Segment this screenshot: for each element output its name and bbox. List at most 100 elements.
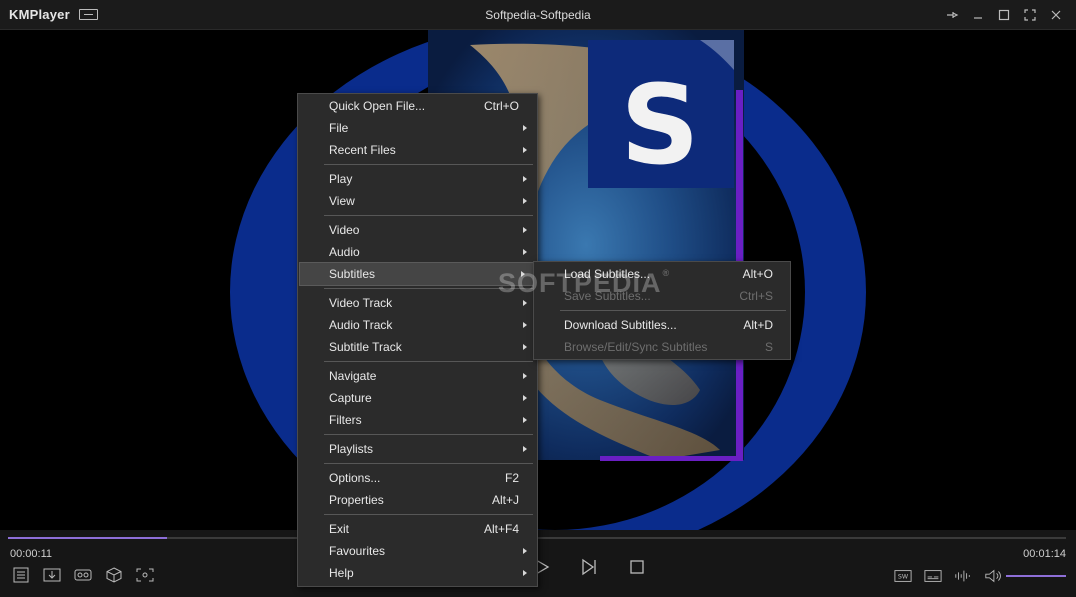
submenu-item-browse-edit-sync: Browse/Edit/Sync Subtitles S: [534, 336, 790, 358]
menu-item-playlists[interactable]: Playlists: [298, 438, 537, 460]
submenu-arrow-icon: [523, 176, 527, 182]
menu-item-filters[interactable]: Filters: [298, 409, 537, 431]
submenu-arrow-icon: [521, 271, 525, 277]
menu-item-shortcut: F2: [504, 471, 519, 485]
submenu-item-shortcut: Ctrl+S: [739, 289, 773, 303]
menu-item-label: Filters: [329, 413, 362, 427]
submenu-item-shortcut: Alt+O: [742, 267, 773, 281]
capture-icon[interactable]: [134, 566, 156, 584]
maximize-icon[interactable]: [992, 4, 1016, 26]
right-controls: SW: [892, 567, 1004, 585]
menu-item-view[interactable]: View: [298, 190, 537, 212]
submenu-arrow-icon: [523, 249, 527, 255]
menu-item-label: Video Track: [329, 296, 393, 310]
submenu-item-label: Browse/Edit/Sync Subtitles: [564, 340, 708, 354]
seek-progress: [8, 537, 167, 539]
playback-controls: [530, 558, 648, 576]
menu-item-subtitles[interactable]: Subtitles: [299, 262, 536, 286]
submenu-item-label: Download Subtitles...: [564, 318, 677, 332]
menu-item-label: View: [329, 194, 355, 208]
ratio-label: SW: [898, 574, 909, 581]
menu-item-audio-track[interactable]: Audio Track: [298, 314, 537, 336]
menu-item-label: Audio: [329, 245, 360, 259]
menu-item-quick-open[interactable]: Quick Open File... Ctrl+O: [298, 95, 537, 117]
submenu-arrow-icon: [523, 570, 527, 576]
menu-item-shortcut: Alt+F4: [483, 522, 519, 536]
submenu-arrow-icon: [523, 373, 527, 379]
vr-icon[interactable]: [72, 566, 94, 584]
menu-item-label: Help: [329, 566, 354, 580]
menu-item-label: Subtitle Track: [329, 340, 402, 354]
playlist-icon[interactable]: [10, 566, 32, 584]
menu-item-file[interactable]: File: [298, 117, 537, 139]
submenu-item-shortcut: Alt+D: [743, 318, 773, 332]
subtitles-submenu: Load Subtitles... Alt+O Save Subtitles...…: [533, 261, 791, 360]
menu-item-label: File: [329, 121, 349, 135]
submenu-item-load-subtitles[interactable]: Load Subtitles... Alt+O: [534, 263, 790, 285]
close-icon[interactable]: [1044, 4, 1068, 26]
menu-separator: [534, 307, 790, 314]
menu-item-label: Recent Files: [329, 143, 396, 157]
submenu-item-save-subtitles: Save Subtitles... Ctrl+S: [534, 285, 790, 307]
subtitles-icon[interactable]: [922, 567, 944, 585]
menu-item-favourites[interactable]: Favourites: [298, 540, 537, 562]
menu-item-recent-files[interactable]: Recent Files: [298, 139, 537, 161]
menu-item-video-track[interactable]: Video Track: [298, 292, 537, 314]
svg-text:S: S: [620, 61, 699, 189]
submenu-item-shortcut: S: [764, 340, 773, 354]
menu-item-label: Properties: [329, 493, 384, 507]
submenu-arrow-icon: [523, 227, 527, 233]
menu-item-label: Favourites: [329, 544, 386, 558]
submenu-arrow-icon: [523, 446, 527, 452]
menu-item-video[interactable]: Video: [298, 219, 537, 241]
menu-item-exit[interactable]: Exit Alt+F4: [298, 518, 537, 540]
submenu-arrow-icon: [523, 300, 527, 306]
title-bar: KMPlayer Softpedia-Softpedia: [0, 0, 1076, 30]
menu-item-label: Options...: [329, 471, 381, 485]
menu-item-help[interactable]: Help: [298, 562, 537, 584]
submenu-arrow-icon: [523, 198, 527, 204]
open-file-icon[interactable]: [41, 566, 63, 584]
menu-item-capture[interactable]: Capture: [298, 387, 537, 409]
minimize-icon[interactable]: [966, 4, 990, 26]
total-time: 00:01:14: [1023, 548, 1066, 560]
volume-slider[interactable]: [1006, 575, 1066, 577]
menu-item-shortcut: Alt+J: [491, 493, 519, 507]
menu-item-label: Playlists: [329, 442, 374, 456]
menu-item-label: Navigate: [329, 369, 377, 383]
screen-ratio-icon[interactable]: SW: [892, 567, 914, 585]
window-title: Softpedia-Softpedia: [485, 8, 591, 22]
control-bar: 00:00:11 00:01:14 SW: [0, 530, 1076, 597]
left-controls: [10, 566, 156, 584]
menu-item-shortcut: Ctrl+O: [483, 99, 519, 113]
pin-icon[interactable]: [940, 4, 964, 26]
3d-cube-icon[interactable]: [103, 566, 125, 584]
menu-separator: [298, 431, 537, 438]
menu-item-label: Subtitles: [329, 267, 376, 281]
submenu-item-download-subtitles[interactable]: Download Subtitles... Alt+D: [534, 314, 790, 336]
volume-icon[interactable]: [982, 567, 1004, 585]
menu-separator: [298, 358, 537, 365]
submenu-arrow-icon: [523, 344, 527, 350]
menu-separator: [298, 212, 537, 219]
menu-separator: [298, 161, 537, 168]
menu-item-label: Video: [329, 223, 360, 237]
menu-item-options[interactable]: Options... F2: [298, 467, 537, 489]
menu-item-audio[interactable]: Audio: [298, 241, 537, 263]
current-time: 00:00:11: [10, 548, 53, 560]
menu-item-subtitle-track[interactable]: Subtitle Track: [298, 336, 537, 358]
equalizer-icon[interactable]: [952, 567, 974, 585]
menu-item-label: Quick Open File...: [329, 99, 426, 113]
stop-icon[interactable]: [626, 558, 648, 576]
submenu-arrow-icon: [523, 147, 527, 153]
menu-item-play[interactable]: Play: [298, 168, 537, 190]
menu-item-navigate[interactable]: Navigate: [298, 365, 537, 387]
fullscreen-icon[interactable]: [1018, 4, 1042, 26]
submenu-arrow-icon: [523, 417, 527, 423]
window-controls: [940, 4, 1068, 26]
submenu-arrow-icon: [523, 322, 527, 328]
menu-item-properties[interactable]: Properties Alt+J: [298, 489, 537, 511]
menu-item-label: Exit: [329, 522, 350, 536]
submenu-arrow-icon: [523, 548, 527, 554]
next-icon[interactable]: [578, 558, 600, 576]
